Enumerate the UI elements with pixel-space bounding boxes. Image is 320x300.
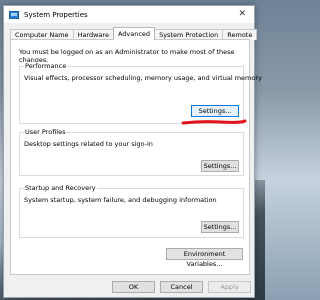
startup-recovery-title: Startup and Recovery <box>24 184 97 192</box>
title-bar: System Properties ✕ <box>4 6 254 23</box>
user-profiles-title: User Profiles <box>24 128 67 136</box>
system-properties-icon <box>9 10 19 19</box>
user-profiles-settings-button[interactable]: Settings... <box>201 160 239 172</box>
startup-recovery-settings-button[interactable]: Settings... <box>201 221 239 233</box>
performance-group: Performance Visual effects, processor sc… <box>19 62 262 124</box>
apply-button[interactable]: Apply <box>208 281 251 293</box>
cancel-button[interactable]: Cancel <box>160 281 203 293</box>
performance-description: Visual effects, processor scheduling, me… <box>24 74 262 82</box>
user-profiles-group: User Profiles Desktop settings related t… <box>19 128 244 176</box>
startup-recovery-group: Startup and Recovery System startup, sys… <box>19 184 244 238</box>
window-title: System Properties <box>24 10 88 19</box>
close-icon[interactable]: ✕ <box>238 9 246 19</box>
tab-advanced[interactable]: Advanced <box>112 27 156 40</box>
advanced-tab-panel: You must be logged on as an Administrato… <box>10 39 262 275</box>
user-profiles-description: Desktop settings related to your sign-in <box>24 140 153 148</box>
performance-title: Performance <box>24 62 68 70</box>
environment-variables-button[interactable]: Environment Variables... <box>166 248 243 268</box>
ok-button[interactable]: OK <box>112 281 155 293</box>
performance-settings-button[interactable]: Settings... <box>191 105 239 117</box>
system-properties-window: System Properties ✕ Computer Name Hardwa… <box>3 5 262 298</box>
startup-recovery-description: System startup, system failure, and debu… <box>24 196 217 204</box>
red-underline-annotation <box>181 119 247 125</box>
